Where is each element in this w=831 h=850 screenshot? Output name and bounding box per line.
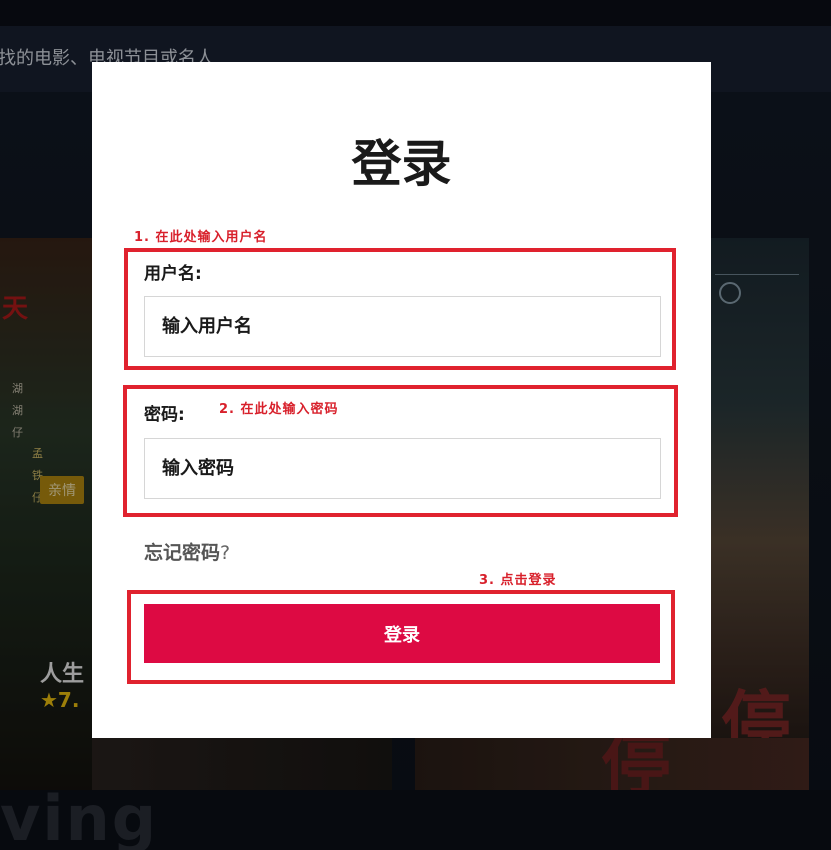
modal-title: 登录 (351, 135, 452, 193)
annotation-step3: 3. 点击登录 (479, 573, 557, 588)
login-modal: 登录 1. 在此处输入用户名 用户名: 2. 在此处输入密码 密码: 忘记密码?… (92, 62, 711, 738)
username-input[interactable] (144, 296, 661, 357)
annotation-step1: 1. 在此处输入用户名 (134, 230, 268, 245)
page: 找的电影、电视节目或名人 天 湖 湖 仔 孟 铁 仔 亲情 人生 ★7. 停 停… (0, 0, 831, 850)
username-label: 用户名: (144, 264, 202, 284)
password-label: 密码: (144, 405, 185, 425)
forgot-password-link[interactable]: 忘记密码? (144, 538, 230, 565)
forgot-password-question-mark: ? (220, 542, 231, 564)
login-button[interactable]: 登录 (144, 604, 660, 663)
forgot-password-text: 忘记密码 (144, 542, 221, 564)
password-input[interactable] (144, 438, 661, 499)
